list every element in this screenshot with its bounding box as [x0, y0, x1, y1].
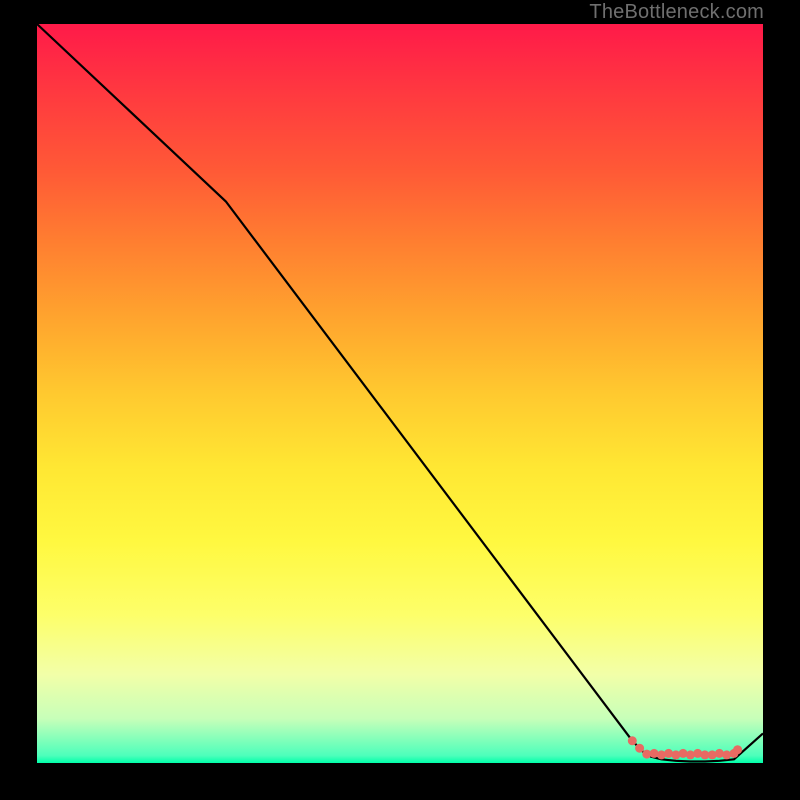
plot-area — [37, 24, 763, 763]
chart-stage: TheBottleneck.com — [0, 0, 800, 800]
watermark-text: TheBottleneck.com — [589, 1, 764, 24]
